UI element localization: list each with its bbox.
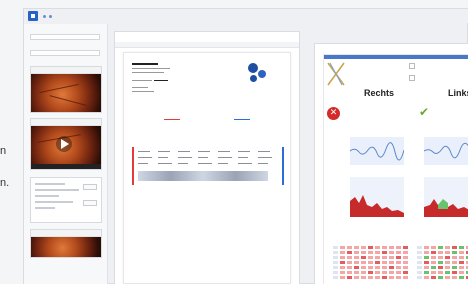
cropped-text-line-2: n. <box>0 177 10 189</box>
heatmap-cell <box>381 275 388 280</box>
form-button[interactable] <box>83 200 97 206</box>
nav-dot-icon[interactable] <box>49 15 52 18</box>
report-logo-icon <box>258 70 266 78</box>
nav-dot-icon[interactable] <box>43 15 46 18</box>
heatmap-cell <box>458 275 465 280</box>
heatmap-cell <box>360 275 367 280</box>
fundus-thumbnail[interactable] <box>30 229 102 258</box>
report-logo-icon <box>250 75 257 82</box>
report-logo-icon <box>248 63 258 73</box>
info-box <box>409 63 415 69</box>
sidebar <box>24 24 108 284</box>
sidebar-select[interactable] <box>30 50 100 56</box>
fundus-video-thumbnail[interactable] <box>30 118 102 170</box>
right-eye-title: Rechts <box>364 88 395 98</box>
app-window: Rechts Links ✕ ✔ <box>23 8 468 284</box>
thumbnail-header <box>31 230 101 237</box>
heatmap-cell <box>353 275 360 280</box>
left-eye-histogram <box>424 177 468 217</box>
video-controls[interactable] <box>31 164 101 169</box>
heatmap-cell <box>339 275 346 280</box>
heatmap-cell <box>416 275 423 280</box>
close-icon: ✕ <box>327 107 340 120</box>
heatmap-cell <box>332 275 339 280</box>
thumbnail-header <box>31 67 101 74</box>
heatmap-cell <box>423 275 430 280</box>
play-icon[interactable] <box>61 139 69 149</box>
heatmap-cell <box>395 275 402 280</box>
document-toolbar[interactable] <box>115 42 299 48</box>
heatmap-cell <box>374 275 381 280</box>
fundus-video-frame <box>31 126 101 164</box>
thumbnail-header <box>31 119 101 126</box>
heatmap-cell <box>437 275 444 280</box>
heatmap-cell <box>388 275 395 280</box>
fundus-image <box>31 237 101 257</box>
heatmap-cell <box>402 275 409 280</box>
screenshot-stage: n n. Rechts Link ✕ ✔ <box>0 0 468 284</box>
left-eye-waveform <box>423 137 468 165</box>
heatmap-cell <box>444 275 451 280</box>
left-eye-marker <box>282 147 284 185</box>
report-signal-strip <box>138 171 268 181</box>
report-document-panel <box>114 31 300 284</box>
check-icon: ✔ <box>419 105 430 119</box>
sidebar-select[interactable] <box>30 34 100 40</box>
right-eye-marker <box>132 147 134 185</box>
app-logo-icon[interactable] <box>28 11 38 21</box>
fundus-thumbnail[interactable] <box>30 66 102 113</box>
cross-diagram <box>327 62 345 86</box>
results-header-bar <box>324 55 468 59</box>
results-panel: Rechts Links ✕ ✔ <box>314 43 468 284</box>
results-page: Rechts Links ✕ ✔ <box>323 54 468 284</box>
heatmap-cell <box>367 275 374 280</box>
report-page <box>123 52 291 284</box>
right-eye-histogram <box>350 177 404 217</box>
patient-form-card <box>30 177 102 223</box>
left-eye-title: Links <box>448 88 468 98</box>
form-button[interactable] <box>83 184 97 190</box>
cropped-text-line-1: n <box>0 145 7 157</box>
heatmap-cell <box>430 275 437 280</box>
heatmap-cell <box>451 275 458 280</box>
right-eye-waveform <box>349 137 405 165</box>
top-bar <box>24 9 468 23</box>
heatmap-cell <box>346 275 353 280</box>
fundus-image <box>31 74 101 112</box>
info-box <box>409 75 415 81</box>
report-heading-line <box>132 63 158 65</box>
